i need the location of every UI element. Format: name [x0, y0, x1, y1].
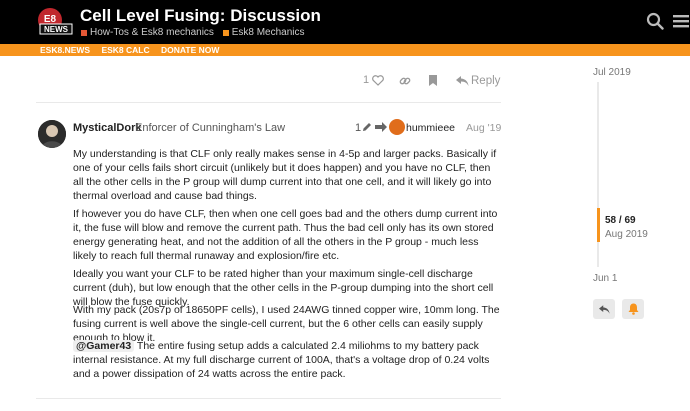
category-label: Esk8 Mechanics	[231, 27, 305, 38]
bookmark-icon[interactable]	[428, 74, 438, 87]
bell-icon	[628, 303, 638, 315]
timeline-position: 58 / 69	[605, 215, 636, 226]
svg-text:E8: E8	[44, 14, 57, 25]
edit-count[interactable]: 1	[355, 122, 361, 134]
category-color-swatch	[81, 29, 87, 36]
pencil-icon[interactable]	[362, 121, 372, 132]
category-label: How-Tos & Esk8 mechanics	[90, 27, 214, 38]
post-paragraph-text: The entire fusing setup adds a calculate…	[73, 340, 490, 380]
timeline-position-date: Aug 2019	[605, 229, 648, 240]
post-paragraph: If however you do have CLF, then when on…	[73, 208, 498, 262]
heart-icon[interactable]	[372, 75, 384, 86]
post-paragraph: @Gamer43 The entire fusing setup adds a …	[73, 339, 503, 381]
post-date[interactable]: Aug '19	[466, 122, 501, 134]
reply-to-avatar[interactable]	[389, 119, 405, 135]
user-mention[interactable]: @Gamer43	[73, 340, 135, 352]
site-header: NEWS E8 Cell Level Fusing: Discussion Ho…	[0, 0, 690, 44]
like-count: 1	[363, 74, 370, 86]
nav-link-donate[interactable]: DONATE NOW	[161, 45, 219, 55]
hamburger-menu-icon[interactable]	[672, 12, 690, 30]
reply-to-arrow-icon[interactable]	[375, 122, 387, 132]
category-badge[interactable]: Esk8 Mechanics	[222, 27, 305, 38]
notification-bell-button[interactable]	[622, 299, 644, 319]
reply-button[interactable]: Reply	[471, 75, 500, 87]
post-paragraph: My understanding is that CLF only really…	[73, 148, 497, 202]
category-badges: How-Tos & Esk8 mechanics Esk8 Mechanics	[81, 27, 311, 39]
svg-text:NEWS: NEWS	[44, 25, 69, 34]
link-icon[interactable]	[399, 75, 411, 87]
timeline-reply-button[interactable]	[593, 299, 615, 319]
post-bottom-divider	[36, 398, 501, 399]
nav-link-esk8-news[interactable]: ESK8.NEWS	[40, 45, 90, 55]
topic-title[interactable]: Cell Level Fusing: Discussion	[80, 6, 321, 26]
timeline-start-date[interactable]: Jul 2019	[593, 67, 631, 78]
nav-links: ESK8.NEWS ESK8 CALC DONATE NOW	[40, 45, 228, 55]
site-logo[interactable]: NEWS E8	[36, 6, 74, 38]
reply-arrow-icon[interactable]	[456, 76, 469, 86]
search-icon[interactable]	[646, 12, 664, 30]
user-title: Enforcer of Cunningham's Law	[135, 122, 286, 134]
nav-link-esk8-calc[interactable]: ESK8 CALC	[101, 45, 149, 55]
reply-to-username[interactable]: hummieee	[406, 122, 455, 134]
post-divider	[36, 102, 501, 103]
category-color-swatch	[222, 29, 229, 36]
category-badge[interactable]: How-Tos & Esk8 mechanics	[81, 27, 214, 38]
reply-arrow-icon	[598, 304, 610, 314]
avatar[interactable]	[38, 120, 66, 148]
timeline-end-date[interactable]: Jun 1	[593, 273, 617, 284]
timeline-handle[interactable]	[597, 208, 600, 242]
post-username[interactable]: MysticalDork	[73, 122, 141, 134]
